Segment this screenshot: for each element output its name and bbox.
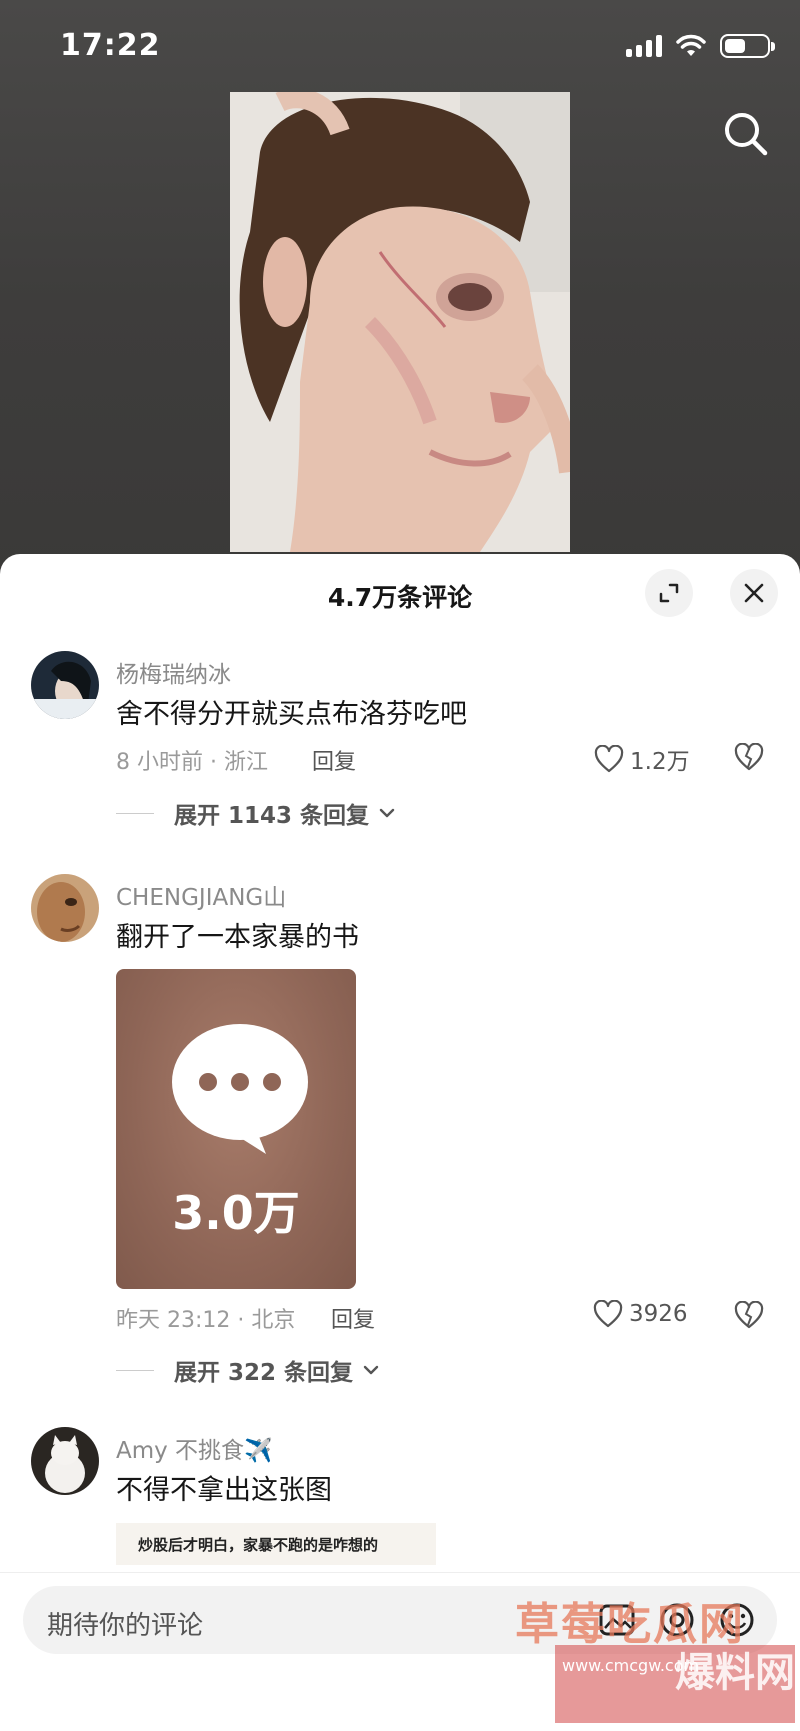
status-icons bbox=[626, 34, 775, 58]
status-time: 17:22 bbox=[60, 28, 161, 63]
status-bar: 17:22 bbox=[0, 0, 800, 96]
wifi-icon bbox=[676, 34, 706, 56]
fullscreen-button[interactable] bbox=[645, 569, 693, 617]
chevron-down-icon bbox=[379, 808, 395, 818]
comment-username[interactable]: CHENGJIANG山 bbox=[116, 878, 286, 912]
heart-icon bbox=[594, 745, 624, 773]
expand-replies-label: 展开 1143 条回复 bbox=[174, 803, 370, 829]
expand-replies-button[interactable]: 展开 322 条回复 bbox=[116, 1353, 379, 1387]
broken-heart-icon[interactable] bbox=[734, 743, 764, 771]
comment-meta: 昨天 23:12 · 北京 bbox=[116, 1308, 296, 1333]
comment-meta: 8 小时前 · 浙江 bbox=[116, 750, 268, 775]
battery-icon bbox=[720, 34, 775, 58]
avatar[interactable] bbox=[31, 874, 99, 942]
comment-item: 杨梅瑞纳冰 舍不得分开就买点布洛芬吃吧 8 小时前 · 浙江 回复 1.2万 展… bbox=[0, 651, 800, 829]
chat-bubble-icon bbox=[172, 1024, 308, 1154]
expand-replies-label: 展开 322 条回复 bbox=[174, 1360, 354, 1386]
video-photo[interactable] bbox=[230, 92, 570, 552]
sticker-count: 3.0万 bbox=[172, 1186, 300, 1240]
like-count: 3926 bbox=[629, 1301, 688, 1327]
like-button[interactable]: 3926 bbox=[593, 1300, 688, 1328]
comment-text: 不得不拿出这张图 bbox=[116, 1475, 332, 1506]
close-button[interactable] bbox=[730, 569, 778, 617]
comment-image-caption: 炒股后才明白，家暴不跑的是咋想的 bbox=[138, 1535, 379, 1554]
sheet-header: 4.7万条评论 bbox=[0, 554, 800, 634]
broken-heart-icon[interactable] bbox=[734, 1301, 764, 1329]
expand-icon bbox=[659, 583, 679, 603]
comment-item: Amy 不挑食✈️ 不得不拿出这张图 炒股后才明白，家暴不跑的是咋想的 bbox=[0, 1427, 800, 1587]
avatar[interactable] bbox=[31, 1427, 99, 1495]
reply-button[interactable]: 回复 bbox=[331, 1302, 375, 1334]
comment-text: 翻开了一本家暴的书 bbox=[116, 922, 359, 953]
comment-username[interactable]: Amy 不挑食✈️ bbox=[116, 1431, 273, 1465]
like-button[interactable]: 1.2万 bbox=[594, 742, 690, 776]
comment-input-placeholder: 期待你的评论 bbox=[47, 1611, 204, 1641]
watermark-big: 爆料网 bbox=[675, 1650, 795, 1696]
comment-item: CHENGJIANG山 翻开了一本家暴的书 3.0万 昨天 23:12 · 北京… bbox=[0, 874, 800, 1394]
close-icon bbox=[744, 583, 764, 603]
comment-text: 舍不得分开就买点布洛芬吃吧 bbox=[116, 699, 467, 730]
comment-sheet: 4.7万条评论 杨梅瑞纳冰 舍不得分开就买点布洛芬吃吧 8 小时前 · 浙江 回… bbox=[0, 554, 800, 1731]
heart-icon bbox=[593, 1300, 623, 1328]
comment-username[interactable]: 杨梅瑞纳冰 bbox=[116, 655, 231, 689]
sticker-image[interactable]: 3.0万 bbox=[116, 969, 356, 1289]
like-count: 1.2万 bbox=[630, 749, 690, 775]
chevron-down-icon bbox=[363, 1365, 379, 1375]
expand-replies-button[interactable]: 展开 1143 条回复 bbox=[116, 796, 395, 830]
reply-button[interactable]: 回复 bbox=[312, 744, 356, 776]
comment-image[interactable]: 炒股后才明白，家暴不跑的是咋想的 bbox=[116, 1523, 436, 1565]
avatar[interactable] bbox=[31, 651, 99, 719]
search-icon[interactable] bbox=[720, 108, 772, 160]
signal-icon bbox=[626, 35, 662, 57]
